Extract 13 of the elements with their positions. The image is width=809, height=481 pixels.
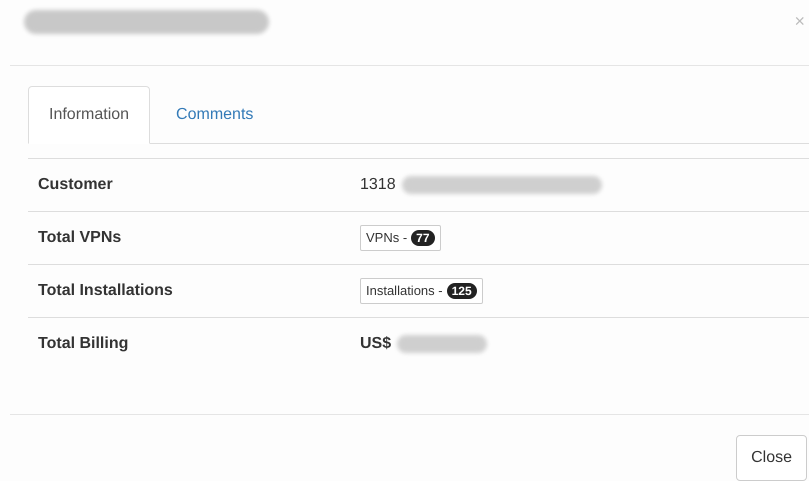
count-badge: 77 bbox=[411, 230, 435, 246]
row-label: Customer bbox=[37, 175, 114, 195]
row-value: US$ bbox=[360, 334, 392, 354]
close-button[interactable]: Close bbox=[736, 435, 807, 481]
count-button[interactable]: Installations - 125 bbox=[360, 278, 483, 304]
count-button[interactable]: VPNs - 77 bbox=[360, 225, 441, 251]
count-badge: 125 bbox=[446, 283, 477, 299]
row-label: Total Billing bbox=[37, 334, 130, 354]
tab[interactable]: Information bbox=[28, 86, 150, 144]
tab[interactable]: Comments bbox=[150, 86, 280, 143]
row-label: Total VPNs bbox=[37, 228, 122, 248]
row-label: Total Installations bbox=[37, 281, 174, 301]
row-value: 1318 bbox=[360, 175, 396, 195]
